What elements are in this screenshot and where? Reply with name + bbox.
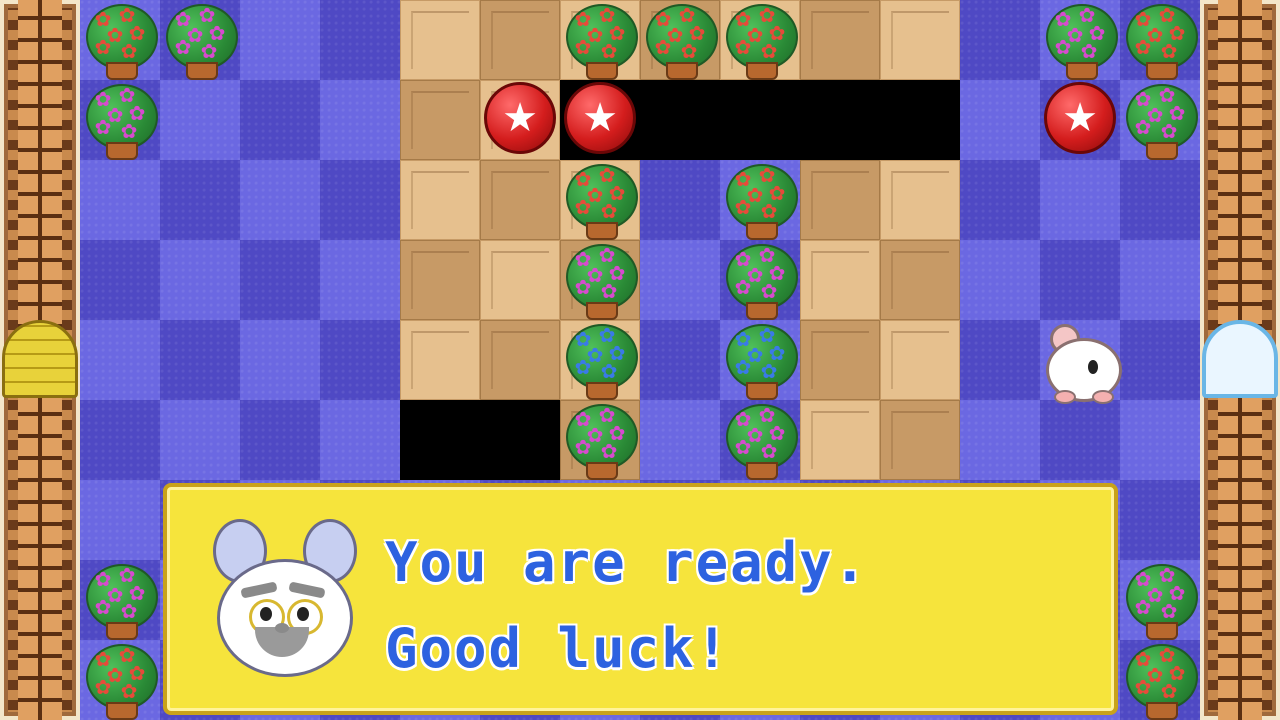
flower-pot-icon: ✿ ✿ ✿ ✿ ✿ ✿ — [80, 80, 160, 160]
floor-tile — [480, 0, 560, 80]
flower-pot-icon: ✿ ✿ ✿ ✿ ✿ ✿ — [720, 0, 800, 80]
floor-tile — [1120, 400, 1200, 480]
floor-tile — [880, 400, 960, 480]
floor-tile — [1120, 320, 1200, 400]
flower-pot-icon: ✿ ✿ ✿ ✿ ✿ ✿ — [1120, 0, 1200, 80]
floor-tile — [160, 320, 240, 400]
floor-tile — [640, 160, 720, 240]
floor-tile — [960, 0, 1040, 80]
hamster-player-icon — [1040, 318, 1124, 404]
flower-pot-icon: ✿ ✿ ✿ ✿ ✿ ✿ — [560, 320, 640, 400]
floor-tile — [320, 160, 400, 240]
floor-tile — [640, 240, 720, 320]
flower-pot-icon: ✿ ✿ ✿ ✿ ✿ ✿ — [1120, 80, 1200, 160]
floor-tile — [240, 160, 320, 240]
floor-tile — [800, 160, 880, 240]
floor-tile — [960, 160, 1040, 240]
floor-tile — [400, 160, 480, 240]
floor-tile — [480, 240, 560, 320]
floor-tile — [1120, 160, 1200, 240]
floor-tile — [960, 320, 1040, 400]
floor-tile — [480, 160, 560, 240]
floor-tile — [320, 0, 400, 80]
void-tile — [400, 400, 480, 480]
floor-tile — [400, 320, 480, 400]
dialog-line-1: You are ready. — [385, 531, 869, 594]
flower-pot-icon: ✿ ✿ ✿ ✿ ✿ ✿ — [1120, 640, 1200, 720]
floor-tile — [960, 400, 1040, 480]
flower-pot-icon: ✿ ✿ ✿ ✿ ✿ ✿ — [80, 560, 160, 640]
star-ball-icon: ★ — [1044, 82, 1116, 154]
flower-pot-icon: ✿ ✿ ✿ ✿ ✿ ✿ — [720, 240, 800, 320]
floor-tile — [800, 240, 880, 320]
floor-tile — [1040, 400, 1120, 480]
flower-pot-icon: ✿ ✿ ✿ ✿ ✿ ✿ — [80, 640, 160, 720]
floor-tile — [240, 240, 320, 320]
floor-tile — [400, 0, 480, 80]
floor-tile — [240, 0, 320, 80]
floor-tile — [80, 480, 160, 560]
dialog-box[interactable]: You are ready. Good luck! — [163, 483, 1118, 715]
floor-tile — [320, 240, 400, 320]
floor-tile — [80, 400, 160, 480]
star-ball-icon: ★ — [564, 82, 636, 154]
floor-tile — [880, 0, 960, 80]
flower-pot-icon: ✿ ✿ ✿ ✿ ✿ ✿ — [160, 0, 240, 80]
void-tile — [720, 80, 800, 160]
floor-tile — [240, 80, 320, 160]
elder-hamster-portrait-icon — [207, 519, 357, 679]
flower-pot-icon: ✿ ✿ ✿ ✿ ✿ ✿ — [560, 400, 640, 480]
flower-pot-icon: ✿ ✿ ✿ ✿ ✿ ✿ — [720, 320, 800, 400]
flower-pot-icon: ✿ ✿ ✿ ✿ ✿ ✿ — [560, 0, 640, 80]
floor-tile — [320, 320, 400, 400]
floor-tile — [880, 240, 960, 320]
floor-tile — [240, 320, 320, 400]
flower-pot-icon: ✿ ✿ ✿ ✿ ✿ ✿ — [720, 160, 800, 240]
flower-pot-icon: ✿ ✿ ✿ ✿ ✿ ✿ — [80, 0, 160, 80]
floor-tile — [1040, 160, 1120, 240]
floor-tile — [160, 240, 240, 320]
void-tile — [800, 80, 880, 160]
void-tile — [480, 400, 560, 480]
floor-tile — [800, 0, 880, 80]
void-tile — [880, 80, 960, 160]
floor-tile — [240, 400, 320, 480]
floor-tile — [640, 320, 720, 400]
floor-tile — [480, 320, 560, 400]
floor-tile — [320, 400, 400, 480]
floor-tile — [320, 80, 400, 160]
floor-tile — [400, 240, 480, 320]
floor-tile — [80, 240, 160, 320]
floor-tile — [880, 320, 960, 400]
floor-tile — [160, 400, 240, 480]
floor-tile — [80, 160, 160, 240]
floor-tile — [800, 320, 880, 400]
flower-pot-icon: ✿ ✿ ✿ ✿ ✿ ✿ — [560, 240, 640, 320]
floor-tile — [1120, 480, 1200, 560]
floor-tile — [1120, 240, 1200, 320]
flower-pot-icon: ✿ ✿ ✿ ✿ ✿ ✿ — [1120, 560, 1200, 640]
floor-tile — [800, 400, 880, 480]
floor-tile — [400, 80, 480, 160]
dialog-line-2: Good luck! — [385, 617, 731, 680]
star-ball-icon: ★ — [484, 82, 556, 154]
open-door-icon[interactable] — [1202, 320, 1278, 398]
flower-pot-icon: ✿ ✿ ✿ ✿ ✿ ✿ — [720, 400, 800, 480]
flower-pot-icon: ✿ ✿ ✿ ✿ ✿ ✿ — [560, 160, 640, 240]
flower-pot-icon: ✿ ✿ ✿ ✿ ✿ ✿ — [640, 0, 720, 80]
floor-tile — [640, 400, 720, 480]
void-tile — [640, 80, 720, 160]
floor-tile — [960, 240, 1040, 320]
locked-gate-icon — [2, 320, 78, 398]
floor-tile — [80, 320, 160, 400]
floor-tile — [960, 80, 1040, 160]
floor-tile — [160, 160, 240, 240]
floor-tile — [880, 160, 960, 240]
flower-pot-icon: ✿ ✿ ✿ ✿ ✿ ✿ — [1040, 0, 1120, 80]
floor-tile — [160, 80, 240, 160]
floor-tile — [1040, 240, 1120, 320]
